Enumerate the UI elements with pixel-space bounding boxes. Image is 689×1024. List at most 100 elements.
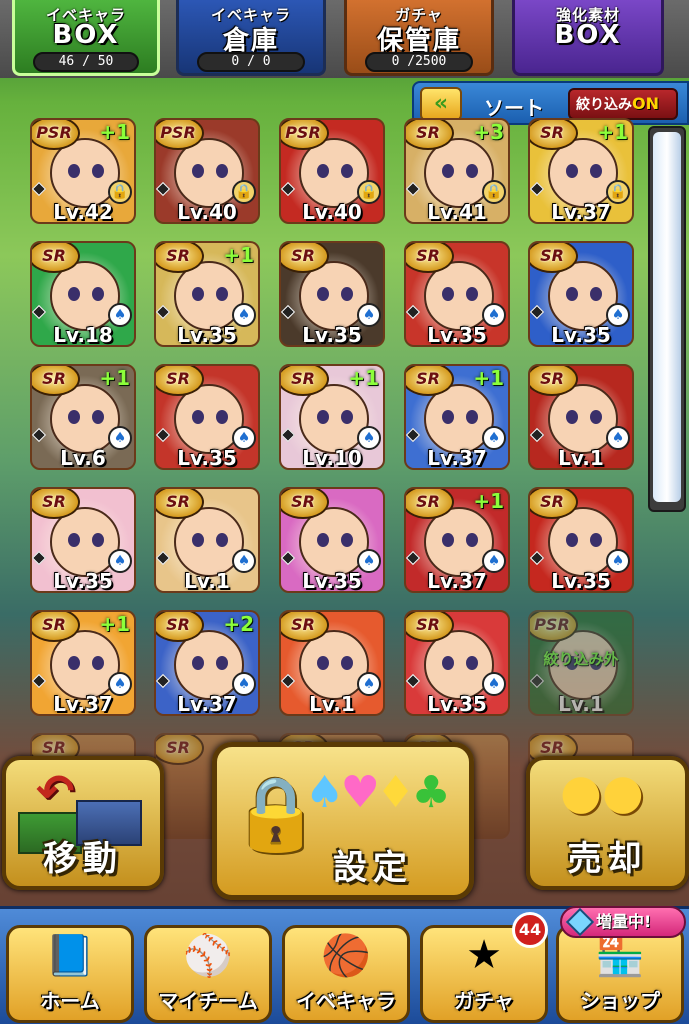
character-eye (566, 533, 578, 547)
position-diamond-icon (281, 427, 296, 443)
action-bar: ↶ 移動 🔒 ♠♥♦♣ 設定 ●● 売却 (0, 738, 689, 908)
nav-shop[interactable]: 🏪 ショップ (556, 925, 684, 1023)
character-card[interactable]: SR +1 ♠ Lv.37 (404, 487, 510, 593)
character-card[interactable]: SR +2 ♠ Lv.37 (154, 610, 260, 716)
shop-bonus-badge: 増量中! (560, 906, 686, 938)
position-diamond-icon (281, 550, 296, 566)
position-diamond-icon (530, 427, 545, 443)
character-card[interactable]: SR +1 ♠ Lv.35 (154, 241, 260, 347)
character-eye (92, 287, 104, 301)
gacha-notification-badge: 44 (512, 912, 548, 948)
tab-event-chara-storage[interactable]: イベキャラ 倉庫 0 / 0 (176, 0, 326, 76)
character-card[interactable]: SR +1 ♠ Lv.6 (30, 364, 136, 470)
shop-bonus-label: 増量中! (596, 912, 652, 931)
position-diamond-icon (32, 304, 47, 320)
character-eye (566, 287, 578, 301)
character-card[interactable]: PSR 🔒 Lv.40 (154, 118, 260, 224)
position-diamond-icon (156, 427, 171, 443)
character-eye (590, 287, 602, 301)
character-eye (216, 287, 228, 301)
plus-level: +1 (99, 612, 130, 636)
character-card[interactable]: SR ♠ Lv.1 (279, 610, 385, 716)
position-diamond-icon (530, 304, 545, 320)
plus-level: +1 (473, 366, 504, 390)
character-card[interactable]: PSR 絞り込み外 Lv.1 (528, 610, 634, 716)
character-eye (68, 533, 80, 547)
character-eye (317, 287, 329, 301)
character-card[interactable]: SR ♠ Lv.35 (528, 487, 634, 593)
tab-event-chara-box[interactable]: イベキャラ BOX 46 / 50 (12, 0, 160, 76)
character-card[interactable]: SR ♠ Lv.1 (528, 364, 634, 470)
level-label: Lv.41 (427, 200, 487, 224)
character-eye (341, 410, 353, 424)
character-card[interactable]: SR ♠ Lv.35 (528, 241, 634, 347)
character-card[interactable]: SR +1 ♠ Lv.37 (404, 364, 510, 470)
character-eye (317, 410, 329, 424)
position-diamond-icon (156, 550, 171, 566)
position-diamond-icon (281, 304, 296, 320)
character-card[interactable]: SR ♠ Lv.35 (30, 487, 136, 593)
character-card[interactable]: SR +1 🔒 Lv.37 (528, 118, 634, 224)
level-label: Lv.18 (53, 323, 113, 347)
character-card[interactable]: SR ♠ Lv.35 (404, 241, 510, 347)
nav-my-team[interactable]: ⚾ マイチーム (144, 925, 272, 1023)
move-button[interactable]: ↶ 移動 (2, 756, 164, 890)
character-eye (590, 533, 602, 547)
character-eye (68, 164, 80, 178)
tab-material-box[interactable]: 強化素材 BOX (512, 0, 664, 76)
collapse-arrow-icon[interactable]: « (420, 87, 462, 121)
move-label: 移動 (43, 839, 123, 879)
sort-button[interactable]: ソート (484, 92, 544, 121)
club-icon: ♣ (411, 767, 451, 818)
character-eye (216, 656, 228, 670)
scrollbar[interactable] (648, 126, 686, 512)
level-label: Lv.35 (177, 446, 237, 470)
level-label: Lv.40 (302, 200, 362, 224)
scrollbar-thumb[interactable] (653, 132, 681, 502)
character-eye (466, 410, 478, 424)
character-card[interactable]: SR ♠ Lv.35 (404, 610, 510, 716)
character-eye (566, 410, 578, 424)
tab-line2: BOX (554, 20, 622, 50)
level-label: Lv.35 (53, 569, 113, 593)
tab-gacha-vault[interactable]: ガチャ 保管庫 0 /2500 (344, 0, 494, 76)
character-eye (192, 410, 204, 424)
position-diamond-icon (281, 181, 296, 197)
position-diamond-icon (156, 304, 171, 320)
plus-level: +1 (99, 120, 130, 144)
position-diamond-icon (530, 550, 545, 566)
position-diamond-icon (32, 427, 47, 443)
tab-count: 46 / 50 (33, 52, 139, 72)
character-eye (442, 656, 454, 670)
character-eye (317, 164, 329, 178)
character-eye (466, 533, 478, 547)
character-card[interactable]: SR ♠ Lv.1 (154, 487, 260, 593)
character-card[interactable]: SR +1 ♠ Lv.37 (30, 610, 136, 716)
plus-level: +3 (473, 120, 504, 144)
lock-settings-button[interactable]: 🔒 ♠♥♦♣ 設定 (212, 742, 474, 900)
sell-button[interactable]: ●● 売却 (526, 756, 689, 890)
nav-event-chara[interactable]: 🏀 イベキャラ (282, 925, 410, 1023)
level-label: Lv.35 (551, 569, 611, 593)
filter-button[interactable]: 絞り込みON (568, 88, 678, 120)
team-icon: ⚾ (183, 933, 233, 979)
character-card[interactable]: SR ♠ Lv.35 (279, 487, 385, 593)
character-card[interactable]: SR +1 ♠ Lv.10 (279, 364, 385, 470)
character-card[interactable]: SR +3 🔒 Lv.41 (404, 118, 510, 224)
character-eye (317, 533, 329, 547)
character-eye (466, 164, 478, 178)
nav-label: ガチャ (454, 989, 514, 1013)
nav-label: マイチーム (158, 989, 258, 1013)
character-card[interactable]: SR ♠ Lv.35 (154, 364, 260, 470)
level-label: Lv.37 (427, 569, 487, 593)
plus-level: +1 (473, 489, 504, 513)
character-card[interactable]: PSR 🔒 Lv.40 (279, 118, 385, 224)
character-eye (590, 410, 602, 424)
character-card[interactable]: SR ♠ Lv.18 (30, 241, 136, 347)
character-card[interactable]: SR ♠ Lv.35 (279, 241, 385, 347)
home-book-icon: 📘 (45, 933, 95, 979)
nav-home[interactable]: 📘 ホーム (6, 925, 134, 1023)
character-card[interactable]: PSR +1 🔒 Lv.42 (30, 118, 136, 224)
level-label: Lv.37 (177, 692, 237, 716)
position-diamond-icon (406, 673, 421, 689)
